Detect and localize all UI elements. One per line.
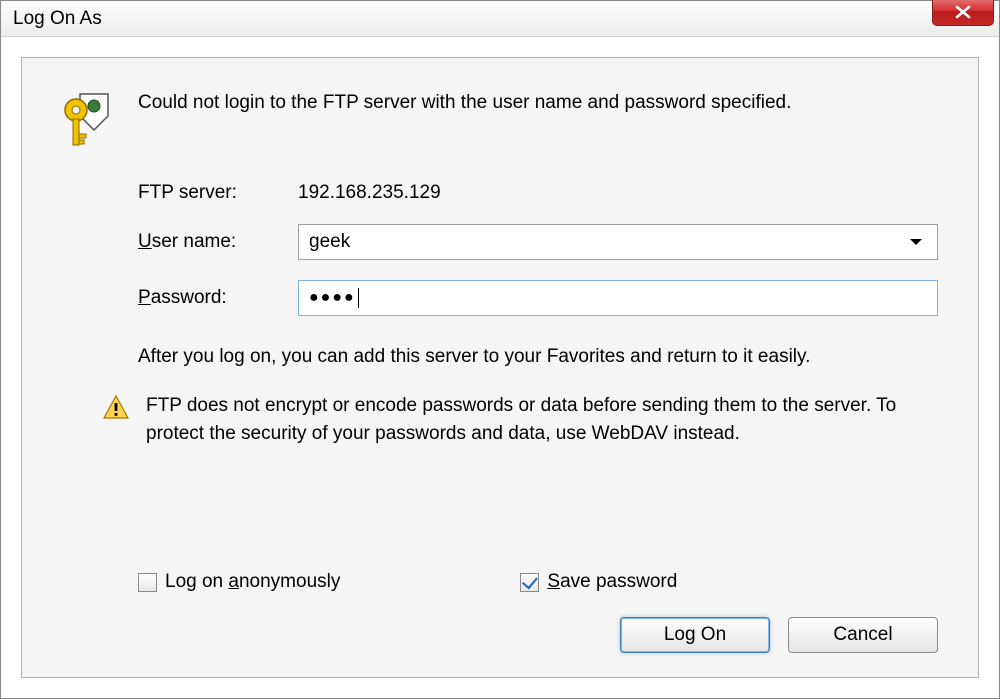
save-password-checkbox[interactable] — [520, 573, 539, 592]
password-value: ●●●● — [309, 289, 356, 307]
warning-icon — [102, 394, 130, 422]
security-warning: FTP does not encrypt or encode passwords… — [146, 392, 938, 447]
error-message: Could not login to the FTP server with t… — [138, 90, 791, 150]
logon-button[interactable]: Log On — [620, 617, 770, 653]
logon-dialog: Log On As Could not login to the FTP se — [0, 0, 1000, 699]
save-password-checkbox-group[interactable]: Save password — [520, 571, 677, 593]
close-button[interactable] — [932, 0, 994, 26]
password-label: Password: — [138, 287, 298, 309]
cancel-button[interactable]: Cancel — [788, 617, 938, 653]
text-cursor — [358, 288, 359, 308]
anonymous-checkbox[interactable] — [138, 573, 157, 592]
server-label: FTP server: — [138, 182, 298, 204]
username-value: geek — [309, 231, 350, 253]
server-value: 192.168.235.129 — [298, 182, 441, 204]
titlebar: Log On As — [1, 1, 999, 37]
anonymous-label: Log on anonymously — [165, 571, 340, 593]
password-field[interactable]: ●●●● — [298, 280, 938, 316]
favorites-hint: After you log on, you can add this serve… — [138, 346, 938, 368]
content-panel: Could not login to the FTP server with t… — [21, 57, 979, 678]
key-tag-icon — [62, 90, 112, 150]
close-icon — [954, 5, 972, 19]
username-label: User name: — [138, 231, 298, 253]
username-combobox[interactable]: geek — [298, 224, 938, 260]
window-title: Log On As — [13, 8, 102, 30]
save-password-label: Save password — [547, 571, 677, 593]
anonymous-checkbox-group[interactable]: Log on anonymously — [138, 571, 340, 593]
chevron-down-icon — [909, 231, 923, 253]
